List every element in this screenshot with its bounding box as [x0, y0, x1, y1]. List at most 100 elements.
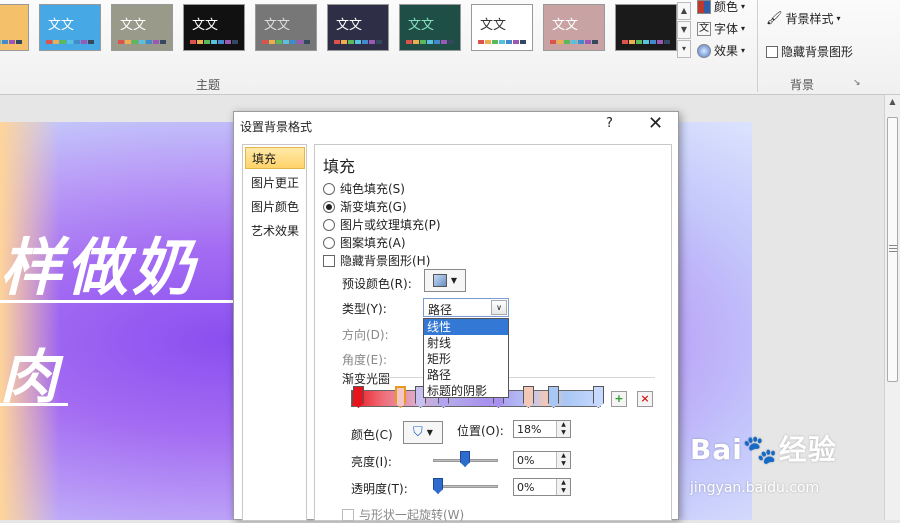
preset-colors-button[interactable]: ▼: [424, 269, 466, 292]
remove-stop-icon[interactable]: ×: [637, 391, 653, 407]
dropdown-option-title-shadow[interactable]: 标题的阴影: [424, 383, 508, 399]
dropdown-option-radial[interactable]: 射线: [424, 335, 508, 351]
slide-title-underline: [0, 300, 236, 303]
slide-title-text[interactable]: 样做奶: [0, 217, 198, 307]
radio-selected-icon: [323, 200, 335, 213]
brightness-value: 0%: [517, 454, 535, 467]
gradient-stops-label: 渐变光圈: [342, 372, 391, 386]
help-icon[interactable]: ?: [606, 116, 613, 131]
gallery-more-icon[interactable]: ▾: [677, 40, 691, 58]
transparency-label: 透明度(T):: [351, 482, 408, 496]
theme-color-bars: [118, 40, 166, 44]
theme-thumbnail[interactable]: [615, 4, 677, 51]
dialog-titlebar[interactable]: 设置背景格式 ? ✕: [234, 112, 678, 138]
fill-panel: 填充 纯色填充(S) 渐变填充(G) 图片或纹理填充(P) 图案填充(A) 隐藏…: [314, 144, 672, 523]
radio-icon: [323, 218, 335, 231]
dropdown-option-linear[interactable]: 线性: [424, 319, 508, 335]
grip-icon: [889, 245, 897, 252]
theme-thumbnail-label: 文文: [552, 18, 579, 33]
theme-thumbnail-label: 文文: [264, 18, 291, 33]
close-icon[interactable]: ✕: [648, 113, 663, 134]
paint-bucket-icon: ⛉: [413, 425, 423, 440]
theme-thumbnail[interactable]: 文文: [327, 4, 389, 51]
colors-button[interactable]: 颜色 ▾: [697, 0, 745, 15]
fill-heading: 填充: [323, 157, 356, 176]
rotate-with-shape-option[interactable]: 与形状一起旋转(W): [342, 506, 464, 523]
theme-color-bars: [550, 40, 598, 44]
theme-group-label: 主题: [196, 78, 221, 92]
theme-thumbnail-label: 文文: [48, 18, 75, 33]
watermark-url: jingyan.baidu.com: [690, 480, 820, 496]
vertical-scrollbar[interactable]: ▲: [884, 95, 900, 520]
hide-bg-graphics-option[interactable]: 隐藏背景图形(H): [323, 252, 430, 269]
transparency-stepper[interactable]: 0% ▲ ▼: [513, 478, 571, 496]
spin-buttons[interactable]: ▲ ▼: [556, 479, 570, 495]
scroll-up-icon[interactable]: ▲: [886, 97, 899, 111]
transparency-slider-thumb[interactable]: [433, 478, 443, 494]
theme-thumbnail[interactable]: [0, 4, 29, 51]
checkbox-icon: [766, 45, 778, 58]
hide-background-graphics-checkbox[interactable]: 隐藏背景图形: [766, 43, 853, 60]
nav-item-artistic-effects[interactable]: 艺术效果: [245, 220, 305, 242]
fonts-button[interactable]: 文 字体 ▾: [697, 20, 745, 37]
gradient-fill-label: 渐变填充(G): [340, 200, 407, 214]
pattern-fill-label: 图案填充(A): [340, 236, 406, 250]
theme-color-bars: [478, 40, 526, 44]
gallery-down-icon[interactable]: ▼: [677, 21, 691, 39]
slide-subtitle-underline: [0, 403, 68, 406]
nav-item-picture-color[interactable]: 图片颜色: [245, 196, 305, 218]
preset-colors-label: 预设颜色(R):: [342, 277, 412, 291]
theme-thumbnail[interactable]: 文文: [543, 4, 605, 51]
theme-color-bars: [190, 40, 238, 44]
gradient-swatch-icon: [432, 274, 447, 287]
gradient-type-select[interactable]: 路径 ∨: [423, 298, 509, 317]
dialog-launcher-icon[interactable]: ↘: [853, 78, 861, 88]
baidu-watermark: Bai🐾经验 jingyan.baidu.com: [690, 428, 837, 496]
brightness-slider-thumb[interactable]: [460, 451, 470, 467]
theme-thumbnail[interactable]: 文文: [183, 4, 245, 51]
dropdown-arrow-icon: ▼: [450, 276, 458, 285]
gallery-up-icon[interactable]: ▲: [677, 2, 691, 20]
slide-edge-glow: [0, 122, 60, 520]
theme-thumbnail[interactable]: 文文: [39, 4, 101, 51]
spin-buttons[interactable]: ▲ ▼: [556, 452, 570, 468]
stop-color-button[interactable]: ⛉ ▼: [403, 421, 443, 444]
theme-thumbnail-label: 文文: [336, 18, 363, 33]
theme-thumbnail[interactable]: 文文: [471, 4, 533, 51]
ribbon: 文文 文文 文文 文文 文文 文文 文文 文文 ▲ ▼ ▾ 颜色 ▾ 文 字体 ▾ 效果 ▾ 🖌 背…: [0, 0, 900, 95]
hide-bg-graphics-label: 隐藏背景图形(H): [340, 254, 431, 268]
slide-subtitle-text[interactable]: 肉: [0, 330, 58, 414]
dropdown-option-path[interactable]: 路径: [424, 367, 508, 383]
theme-color-bars: [262, 40, 310, 44]
rotate-with-shape-label: 与形状一起旋转(W): [359, 508, 465, 522]
effects-button[interactable]: 效果 ▾: [697, 42, 745, 59]
radio-icon: [323, 182, 335, 195]
theme-color-bars: [0, 40, 22, 44]
add-stop-icon[interactable]: +: [611, 391, 627, 407]
scrollbar-thumb[interactable]: [887, 117, 898, 382]
spin-buttons[interactable]: ▲ ▼: [556, 421, 570, 437]
dropdown-option-rectangular[interactable]: 矩形: [424, 351, 508, 367]
brightness-stepper[interactable]: 0% ▲ ▼: [513, 451, 571, 469]
theme-thumbnail[interactable]: 文文: [399, 4, 461, 51]
theme-thumbnail[interactable]: 文文: [111, 4, 173, 51]
picture-fill-label: 图片或纹理填充(P): [340, 218, 441, 232]
nav-item-picture-corrections[interactable]: 图片更正: [245, 172, 305, 194]
gradient-fill-option[interactable]: 渐变填充(G): [323, 198, 407, 215]
picture-fill-option[interactable]: 图片或纹理填充(P): [323, 216, 441, 233]
theme-color-bars: [334, 40, 382, 44]
baidu-logo: Bai🐾经验: [690, 433, 837, 466]
background-styles-button[interactable]: 🖌 背景样式 ▾: [766, 10, 841, 27]
transparency-value: 0%: [517, 481, 535, 494]
position-stepper[interactable]: 18% ▲ ▼: [513, 420, 571, 438]
nav-item-fill[interactable]: 填充: [245, 147, 305, 169]
background-styles-label: 背景样式: [785, 12, 834, 26]
solid-fill-option[interactable]: 纯色填充(S): [323, 180, 405, 197]
theme-gallery-scroll[interactable]: ▲ ▼ ▾: [677, 2, 691, 60]
chevron-down-icon[interactable]: ∨: [491, 300, 507, 315]
background-styles-icon: 🖌: [766, 11, 783, 26]
theme-thumbnail-label: 文文: [480, 18, 507, 33]
theme-thumbnail[interactable]: 文文: [255, 4, 317, 51]
pattern-fill-option[interactable]: 图案填充(A): [323, 234, 406, 251]
theme-color-bars: [46, 40, 94, 44]
